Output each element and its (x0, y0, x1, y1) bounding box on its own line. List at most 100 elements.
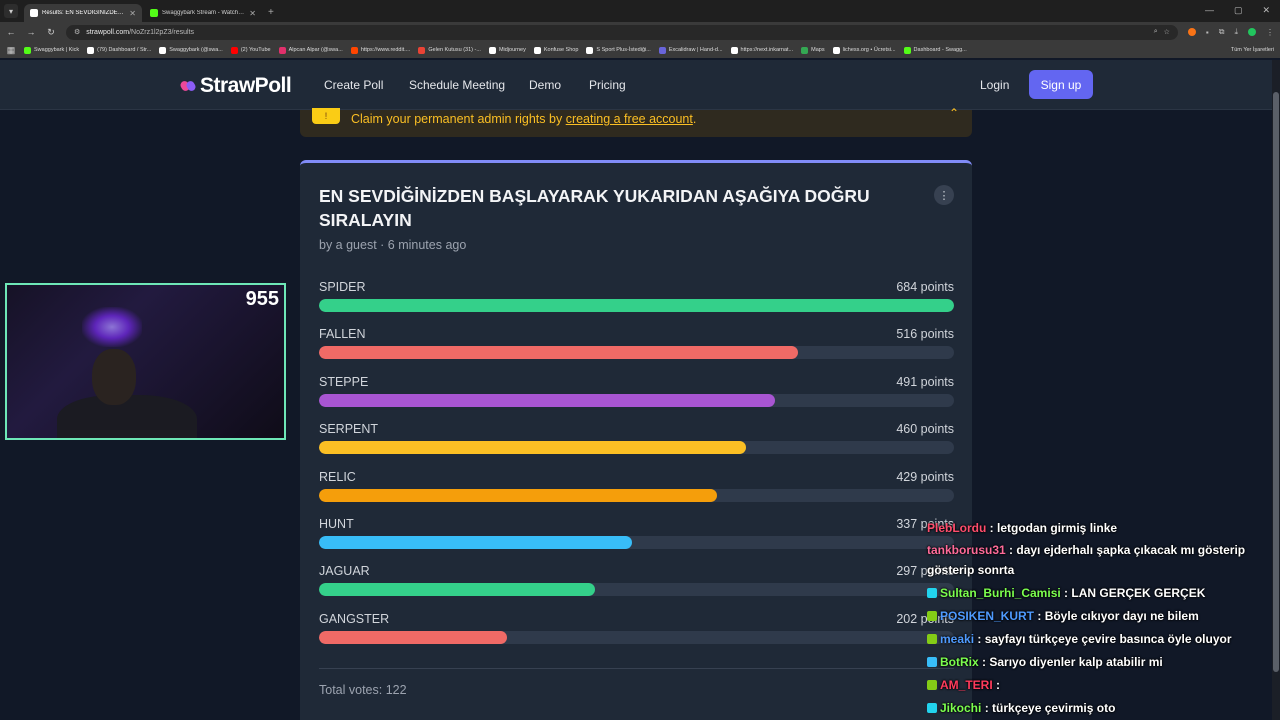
bookmark-item[interactable]: Excalidraw | Hand-d... (658, 46, 723, 54)
bookmark-label: (2) YouTube (240, 47, 271, 53)
bookmark-item[interactable]: (79) Dashboard / Str... (87, 46, 152, 54)
menu-icon[interactable]: ⋮ (1266, 28, 1274, 37)
chat-text: LAN GERÇEK GERÇEK (1071, 586, 1206, 601)
bookmark-label: (79) Dashboard / Str... (97, 47, 152, 53)
login-link[interactable]: Login (980, 78, 1009, 92)
nav-schedule-meeting[interactable]: Schedule Meeting (409, 78, 505, 92)
chat-username[interactable]: tankborusu31 (927, 543, 1006, 557)
progress-bar (319, 536, 632, 549)
option-points: 429 points (896, 469, 954, 484)
create-account-link[interactable]: creating a free account (566, 112, 693, 126)
collapse-chevron-icon[interactable]: ⌃ (949, 106, 959, 120)
strawpoll-logo[interactable]: StrawPoll (180, 74, 292, 98)
bookmark-item[interactable]: Swaggybark | Kick (24, 46, 79, 54)
chat-username[interactable]: PlebLordu (927, 521, 986, 535)
tab-search-icon[interactable]: ▾ (4, 4, 18, 18)
chat-message: Sultan_Burhi_Camisi : LAN GERÇEK GERÇEK (927, 582, 1272, 605)
close-tab-icon[interactable]: ✕ (129, 9, 136, 18)
progress-track (319, 299, 954, 312)
all-bookmarks-link[interactable]: Tüm Yer İşaretleri (1231, 47, 1274, 53)
extensions-puzzle-icon[interactable]: ⧉ (1219, 27, 1225, 37)
minimize-icon[interactable]: — (1205, 5, 1214, 16)
poll-title: EN SEVDİĞİNİZDEN BAŞLAYARAK YUKARIDAN AŞ… (319, 186, 870, 230)
banner-text: Claim your permanent admin rights by cre… (351, 112, 697, 126)
option-points: 516 points (896, 327, 954, 342)
viewer-count: 955 (245, 288, 279, 310)
extension-icon[interactable] (1187, 28, 1196, 36)
progress-track (319, 536, 954, 549)
tab-strawpoll-results[interactable]: Results: EN SEVDİĞİNİZDEN BAŞ ✕ (24, 4, 142, 22)
apps-grid-icon[interactable]: ▦ (6, 45, 16, 56)
chat-username[interactable]: BotRix (940, 655, 979, 669)
bookmark-star-icon[interactable]: ☆ (1164, 28, 1170, 36)
chat-username[interactable]: Jikochi (940, 701, 981, 715)
option-points: 684 points (896, 280, 954, 294)
option-name: SERPENT (319, 422, 379, 437)
nav-create-poll[interactable]: Create Poll (324, 78, 383, 92)
scrollbar-thumb[interactable] (1273, 92, 1279, 672)
bookmark-item[interactable]: Gelen Kutusu (31) -... (418, 46, 481, 54)
chat-message: Jikochi : türkçeye çevirmiş oto (927, 697, 1272, 720)
bookmark-label: Swaggybark (@swa... (169, 47, 223, 53)
extension-icon[interactable]: ▪ (1206, 28, 1209, 37)
progress-bar (319, 441, 747, 455)
progress-track (319, 393, 954, 407)
chat-badge-icon (927, 703, 937, 714)
bookmark-item[interactable]: Alpcan Alpar (@swa... (278, 46, 343, 54)
site-info-icon[interactable]: ⚙ (74, 28, 80, 36)
profile-avatar[interactable] (1248, 28, 1256, 36)
progress-bar (319, 299, 954, 312)
progress-bar (319, 488, 718, 502)
bookmark-item[interactable]: Swaggybark (@swa... (159, 46, 223, 54)
option-points: 491 points (896, 374, 954, 389)
more-options-icon[interactable]: ⋮ (934, 185, 954, 205)
bookmark-favicon-icon (278, 46, 286, 54)
close-window-icon[interactable]: ✕ (1262, 5, 1270, 16)
bookmark-item[interactable]: (2) YouTube (230, 46, 271, 54)
bookmark-item[interactable]: Maps (801, 46, 825, 54)
address-bar[interactable]: ⚙ strawpoll.com/NoZrz1l2pZ3/results ⌕ ☆ (66, 24, 1178, 40)
bookmark-item[interactable]: Dashboard - Swagg... (903, 46, 967, 54)
bookmark-item[interactable]: https://www.reddit.... (350, 46, 410, 54)
maximize-icon[interactable]: ▢ (1234, 5, 1243, 16)
bookmark-item[interactable]: https://next.inkarnat... (730, 46, 793, 54)
bookmark-label: Excalidraw | Hand-d... (668, 47, 723, 53)
chat-message: tankborusu31 : dayı ejderhalı şapka çıka… (927, 543, 1246, 578)
option-name: SPIDER (319, 280, 366, 294)
progress-bar (319, 630, 507, 644)
strawpoll-favicon-icon (30, 9, 38, 17)
bookmark-item[interactable]: lichess.org • Ücretsi... (832, 46, 896, 54)
nav-demo[interactable]: Demo (529, 78, 561, 92)
browser-toolbar: ← → ↻ ⚙ strawpoll.com/NoZrz1l2pZ3/result… (0, 22, 1280, 42)
zoom-icon[interactable]: ⌕ (1154, 28, 1158, 36)
progress-track (319, 346, 954, 360)
poll-results-card: EN SEVDİĞİNİZDEN BAŞLAYARAK YUKARIDAN AŞ… (300, 160, 972, 720)
download-icon[interactable]: ⤓ (1234, 27, 1238, 37)
chat-username[interactable]: AM_TERI (940, 678, 993, 692)
close-tab-icon[interactable]: ✕ (249, 9, 256, 18)
option-name: JAGUAR (319, 564, 370, 579)
chat-badge-icon (927, 656, 937, 667)
nav-pricing[interactable]: Pricing (589, 78, 626, 92)
bookmark-favicon-icon (159, 46, 167, 54)
chat-text: türkçeye çevirmiş oto (992, 701, 1116, 716)
bookmark-item[interactable]: Konfuse Shop (533, 46, 578, 54)
tab-kick-stream[interactable]: Swaggybark Stream - Watch Liv ✕ (144, 4, 262, 22)
chat-badge-icon (927, 633, 937, 644)
chat-username[interactable]: Sultan_Burhi_Camisi (940, 586, 1061, 600)
poll-option-row: FALLEN 516 points (319, 327, 954, 360)
chat-username[interactable]: meaki (940, 632, 974, 646)
bookmark-label: S Sport Plus-İstediği... (596, 47, 651, 53)
bookmark-item[interactable]: Midjourney (488, 46, 526, 54)
forward-icon[interactable]: → (26, 27, 36, 37)
bookmark-label: Midjourney (498, 47, 526, 53)
new-tab-icon[interactable]: + (268, 7, 274, 18)
chat-username[interactable]: POSIKEN_KURT (940, 609, 1034, 623)
back-icon[interactable]: ← (6, 27, 16, 37)
signup-button[interactable]: Sign up (1029, 70, 1093, 99)
bookmark-item[interactable]: S Sport Plus-İstediği... (586, 46, 651, 54)
reload-icon[interactable]: ↻ (46, 27, 56, 38)
strawpoll-logo-icon (180, 81, 196, 91)
bookmark-favicon-icon (658, 46, 666, 54)
poll-option-row: SPIDER 684 points (319, 280, 954, 312)
